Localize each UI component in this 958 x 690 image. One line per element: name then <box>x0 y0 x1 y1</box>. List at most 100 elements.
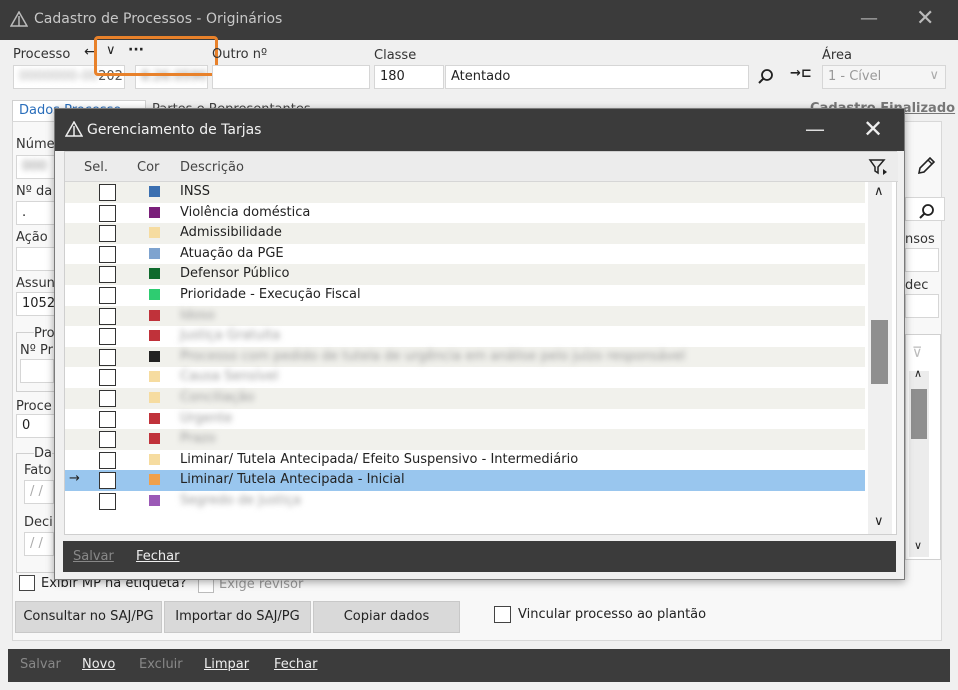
classe-label: Classe <box>374 48 417 63</box>
table-row[interactable]: Admissibilidade <box>65 223 865 244</box>
window-title: Cadastro de Processos - Originários <box>34 11 283 27</box>
fechar-button[interactable]: Fechar <box>274 657 317 672</box>
table-row[interactable]: Urgente <box>65 409 865 430</box>
nd-field[interactable]: . <box>16 201 56 225</box>
search-icon[interactable] <box>918 203 936 221</box>
filter-icon[interactable] <box>867 157 889 177</box>
row-checkbox[interactable] <box>99 184 116 201</box>
row-description: Urgente <box>180 410 233 426</box>
color-swatch <box>149 371 160 383</box>
outro-field[interactable] <box>212 65 370 89</box>
table-row[interactable]: Causa Sensível <box>65 367 865 388</box>
table-row[interactable]: Defensor Público <box>65 264 865 285</box>
acao-field[interactable] <box>16 247 56 271</box>
color-swatch <box>149 474 160 486</box>
row-description: Violência doméstica <box>180 204 311 220</box>
right-scroll[interactable]: ∧ ∨ <box>909 367 929 557</box>
deci-field[interactable]: / / <box>24 532 54 556</box>
row-checkbox[interactable] <box>99 390 116 407</box>
grid-body: INSS Violência doméstica Admissibilidade At… <box>65 182 865 534</box>
fato-field[interactable]: / / <box>24 480 54 504</box>
table-row[interactable]: Idoso <box>65 305 865 327</box>
excluir-button[interactable]: Excluir <box>139 657 183 672</box>
novo-button[interactable]: Novo <box>82 657 115 672</box>
salvar-button[interactable]: Salvar <box>20 657 61 672</box>
exibir-mp-checkbox[interactable] <box>19 575 35 591</box>
copiar-button[interactable]: Copiar dados <box>313 601 460 633</box>
consultar-button[interactable]: Consultar no SAJ/PG <box>15 601 162 633</box>
right-scroll-thumb[interactable] <box>911 389 927 439</box>
assunto-label: Assun <box>16 276 55 291</box>
assunto-field[interactable]: 10527 <box>16 292 56 316</box>
table-row[interactable]: Prazo <box>65 429 865 450</box>
processo-label: Processo <box>13 47 71 62</box>
limpar-button[interactable]: Limpar <box>204 657 249 672</box>
row-description: Conciliação <box>180 390 255 405</box>
table-row[interactable]: Liminar/ Tutela Antecipada/ Efeito Suspe… <box>65 450 865 471</box>
row-checkbox[interactable] <box>99 410 116 428</box>
row-checkbox[interactable] <box>99 204 116 222</box>
acao-label: Ação <box>16 230 48 245</box>
chevron-down-icon[interactable]: ∨ <box>914 539 922 552</box>
proce-label: Proce <box>16 399 52 414</box>
proce-field[interactable]: 0 <box>16 414 56 438</box>
row-description: Justiça Gratuita <box>180 328 281 344</box>
table-row[interactable]: Justiça Gratuita <box>65 326 865 347</box>
importar-button[interactable]: Importar do SAJ/PG <box>164 601 311 633</box>
row-checkbox[interactable] <box>99 245 116 263</box>
minimize-icon[interactable]: — <box>860 8 878 29</box>
color-swatch <box>149 309 160 321</box>
row-checkbox[interactable] <box>99 369 116 387</box>
close-icon[interactable]: ✕ <box>863 115 883 143</box>
dialog-fechar-button[interactable]: Fechar <box>136 549 179 564</box>
table-row[interactable]: → Liminar/ Tutela Antecipada - Inicial <box>65 470 865 491</box>
link-icon[interactable]: →⊏ <box>790 66 812 81</box>
row-checkbox[interactable] <box>99 348 116 366</box>
filter-icon[interactable]: ⊽ <box>912 345 922 361</box>
row-checkbox[interactable] <box>99 307 116 325</box>
right-list: ⊽ ∧ ∨ <box>905 334 941 560</box>
row-checkbox[interactable] <box>99 225 116 243</box>
table-row[interactable]: Prioridade - Execução Fiscal <box>65 285 865 306</box>
chevron-up-icon[interactable]: ∧ <box>874 184 884 199</box>
row-description: Defensor Público <box>180 266 290 282</box>
table-row[interactable]: Segredo de Justiça <box>65 491 865 512</box>
row-checkbox[interactable] <box>99 328 116 346</box>
row-pointer-icon: → <box>69 471 80 487</box>
numero-field[interactable]: 000 <box>16 155 56 179</box>
dialog-salvar-button[interactable]: Salvar <box>73 549 114 564</box>
row-checkbox[interactable] <box>99 431 116 449</box>
row-description: Segredo de Justiça <box>180 493 301 508</box>
chevron-up-icon[interactable]: ∧ <box>914 367 922 380</box>
classe-code-field[interactable]: 180 <box>374 65 444 89</box>
row-checkbox[interactable] <box>99 472 116 490</box>
close-icon[interactable]: ✕ <box>916 6 934 31</box>
minimize-icon[interactable]: — <box>805 117 825 141</box>
npr-field[interactable] <box>20 359 54 383</box>
row-description: Prazo <box>180 431 216 447</box>
scroll-thumb[interactable] <box>871 320 888 384</box>
row-checkbox[interactable] <box>99 266 116 284</box>
table-row[interactable]: Conciliação <box>65 388 865 409</box>
table-row[interactable]: INSS <box>65 182 865 203</box>
tarjas-dialog: Gerenciamento de Tarjas — ✕ Sel. Cor Des… <box>54 108 905 580</box>
chevron-down-icon[interactable]: ∨ <box>874 514 884 529</box>
row-description: INSS <box>180 184 211 199</box>
dec-field[interactable] <box>905 294 939 318</box>
area-select[interactable]: 1 - Cível ∨ <box>822 65 946 89</box>
row-checkbox[interactable] <box>99 451 116 469</box>
table-row[interactable]: Violência doméstica <box>65 203 865 224</box>
vincular-checkbox[interactable] <box>494 606 511 623</box>
search-icon[interactable] <box>757 68 775 86</box>
col-sel: Sel. <box>84 160 108 175</box>
row-checkbox[interactable] <box>99 287 116 304</box>
pencil-icon[interactable] <box>915 155 937 177</box>
row-checkbox[interactable] <box>99 493 116 510</box>
table-row[interactable]: Processo com pedido de tutela de urgênci… <box>65 346 865 368</box>
deci-label: Deci <box>24 515 53 530</box>
nsos-field[interactable] <box>905 248 939 272</box>
table-row[interactable]: Atuação da PGE <box>65 244 865 265</box>
classe-desc-field[interactable]: Atentado <box>445 65 749 89</box>
col-descricao: Descrição <box>180 160 244 175</box>
grid-scrollbar[interactable]: ∧ ∨ <box>868 182 892 534</box>
